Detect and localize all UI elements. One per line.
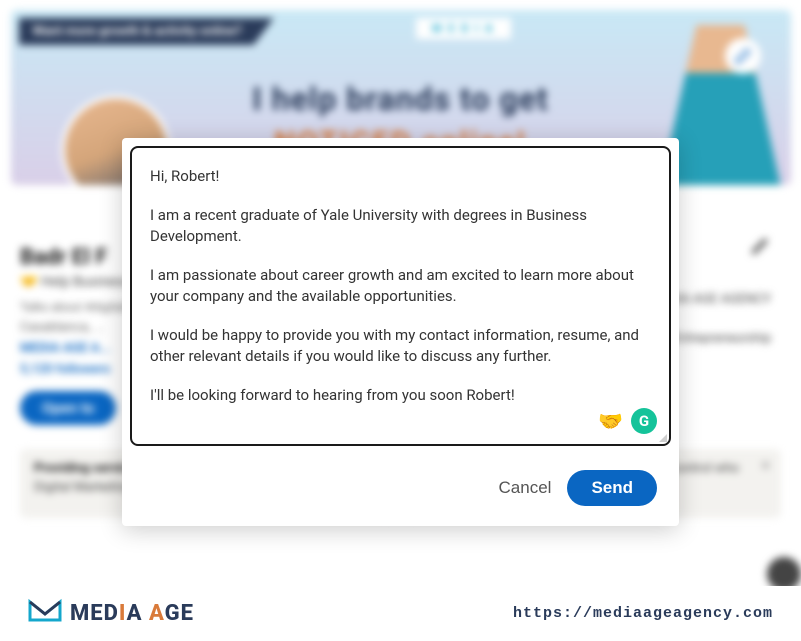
resize-handle[interactable] [657, 432, 667, 442]
grammarly-icon[interactable]: G [631, 408, 657, 434]
message-textarea[interactable]: Hi, Robert! I am a recent graduate of Ya… [130, 146, 671, 446]
footer-logo-text: MEDIA AGE [70, 601, 194, 626]
msg-paragraph-1: I am a recent graduate of Yale Universit… [150, 205, 651, 247]
msg-paragraph-2: I am passionate about career growth and … [150, 265, 651, 307]
page-footer: MEDIA AGE https://mediaageagency.com [0, 586, 801, 641]
edit-banner-button[interactable] [725, 38, 761, 74]
pencil-icon [734, 47, 752, 65]
banner-ribbon: Want more growth & activity online? [19, 18, 274, 45]
banner-logo-tag: M E D I A [416, 18, 511, 39]
edit-profile-button[interactable] [749, 235, 771, 261]
cancel-button[interactable]: Cancel [499, 470, 552, 506]
footer-logo: MEDIA AGE [28, 596, 194, 631]
footer-url[interactable]: https://mediaageagency.com [513, 605, 773, 622]
msg-paragraph-3: I would be happy to provide you with my … [150, 325, 651, 367]
open-to-button[interactable]: Open to [20, 391, 116, 425]
handshake-icon: 🤝 [598, 409, 623, 433]
modal-actions: Cancel Send [122, 446, 679, 526]
msg-greeting: Hi, Robert! [150, 166, 651, 187]
message-text-content[interactable]: Hi, Robert! I am a recent graduate of Ya… [150, 166, 651, 406]
send-button[interactable]: Send [567, 470, 657, 506]
close-icon[interactable]: ✕ [760, 459, 771, 474]
envelope-logo-icon [28, 596, 62, 631]
pencil-icon [749, 235, 771, 257]
message-modal: Hi, Robert! I am a recent graduate of Ya… [122, 138, 679, 526]
msg-closing: I'll be looking forward to hearing from … [150, 385, 651, 406]
